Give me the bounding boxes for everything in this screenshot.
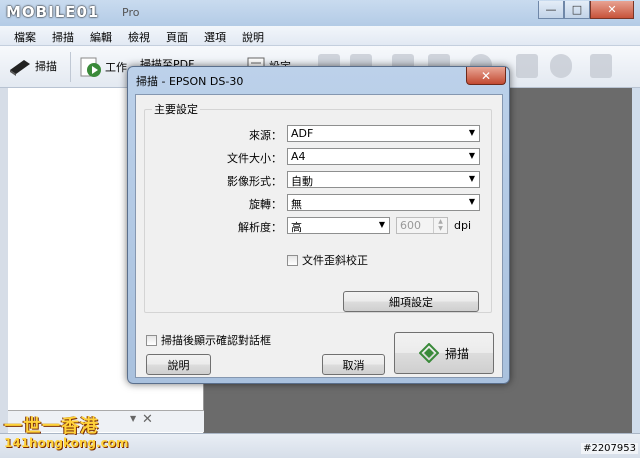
toolbar-share-icon[interactable]	[516, 54, 538, 78]
scan-dialog: 掃描 - EPSON DS-30 ✕ 主要設定 來源： ADF ▼ 文件大小： …	[127, 66, 510, 384]
chevron-down-icon: ▼	[468, 174, 475, 183]
maximize-button[interactable]: □	[564, 1, 590, 19]
panel-close-icon[interactable]: ✕	[142, 412, 153, 427]
menu-view[interactable]: 檢視	[120, 26, 158, 45]
dialog-body: 主要設定 來源： ADF ▼ 文件大小： A4 ▼ 影像形式： 自動 ▼ 旋轉：…	[135, 94, 503, 378]
rotation-select[interactable]: 無 ▼	[287, 194, 480, 211]
dialog-close-button[interactable]: ✕	[466, 67, 506, 85]
watermark-id: #2207953	[581, 443, 638, 454]
window-controls: — □ ✕	[538, 1, 634, 19]
minimize-button[interactable]: —	[538, 1, 564, 19]
chevron-down-icon: ▼	[378, 220, 385, 229]
source-value: ADF	[291, 127, 314, 140]
dpi-spinner[interactable]: 600 ▲ ▼	[396, 217, 448, 234]
toolbar-work-label: 工作	[105, 61, 127, 74]
dpi-value: 600	[400, 219, 421, 232]
menu-edit[interactable]: 編輯	[82, 26, 120, 45]
menu-help[interactable]: 說明	[234, 26, 272, 45]
workspace-edge	[0, 88, 8, 433]
source-select[interactable]: ADF ▼	[287, 125, 480, 142]
paper-size-label: 文件大小：	[227, 152, 282, 165]
confirm-checkbox-row[interactable]: 掃描後顯示確認對話框	[146, 332, 271, 348]
menu-bar: 檔案 掃描 編輯 檢視 頁面 選項 說明	[0, 26, 640, 46]
image-type-label: 影像形式：	[227, 175, 282, 188]
cancel-button[interactable]: 取消	[322, 354, 385, 375]
toolbar-divider	[70, 52, 71, 82]
toolbar-evernote-icon[interactable]	[550, 54, 572, 78]
resolution-value: 高	[291, 221, 302, 234]
chevron-down-icon: ▼	[468, 197, 475, 206]
scanner-icon	[10, 60, 30, 76]
app-title-suffix: Pro	[122, 6, 140, 19]
rotation-value: 無	[291, 198, 302, 211]
scan-icon	[418, 343, 439, 363]
rotation-label: 旋轉：	[249, 198, 282, 211]
group-title: 主要設定	[152, 101, 200, 117]
dialog-title: 掃描 - EPSON DS-30	[136, 75, 244, 88]
detail-settings-button[interactable]: 細項設定	[343, 291, 479, 312]
workflow-icon	[80, 57, 101, 77]
image-type-select[interactable]: 自動 ▼	[287, 171, 480, 188]
toolbar-scan-label: 掃描	[35, 60, 57, 73]
watermark-url: 141hongkong.com	[4, 436, 129, 450]
chevron-down-icon: ▼	[468, 128, 475, 137]
watermark-logo: 一世一香港	[4, 416, 99, 437]
scan-button-label: 掃描	[444, 346, 469, 361]
menu-options[interactable]: 選項	[196, 26, 234, 45]
panel-dropdown-icon[interactable]: ▼	[130, 414, 136, 423]
resolution-label: 解析度：	[238, 221, 282, 234]
paper-size-select[interactable]: A4 ▼	[287, 148, 480, 165]
close-button[interactable]: ✕	[590, 1, 634, 19]
title-bar[interactable]: MOBILE01 Pro — □ ✕	[0, 0, 640, 26]
dpi-unit: dpi	[454, 219, 472, 232]
confirm-label: 掃描後顯示確認對話框	[161, 334, 271, 347]
confirm-checkbox[interactable]	[146, 334, 157, 346]
menu-scan[interactable]: 掃描	[44, 26, 82, 45]
menu-file[interactable]: 檔案	[6, 26, 44, 45]
scan-button[interactable]: 掃描	[394, 332, 494, 374]
spinner-arrows-icon[interactable]: ▲ ▼	[433, 218, 447, 233]
app-logo: MOBILE01	[6, 3, 100, 21]
toolbar-document-icon[interactable]	[590, 54, 612, 78]
toolbar-scan-button[interactable]: 掃描	[8, 56, 57, 76]
menu-page[interactable]: 頁面	[158, 26, 196, 45]
image-type-value: 自動	[291, 175, 313, 188]
source-label: 來源：	[249, 129, 282, 142]
help-button[interactable]: 說明	[146, 354, 211, 375]
toolbar-work-button[interactable]: 工作	[80, 56, 127, 78]
deskew-checkbox[interactable]	[287, 254, 298, 266]
deskew-label: 文件歪斜校正	[302, 254, 368, 267]
resolution-select[interactable]: 高 ▼	[287, 217, 390, 234]
chevron-down-icon: ▼	[468, 151, 475, 160]
deskew-checkbox-row[interactable]: 文件歪斜校正	[287, 252, 368, 268]
paper-size-value: A4	[291, 150, 306, 163]
